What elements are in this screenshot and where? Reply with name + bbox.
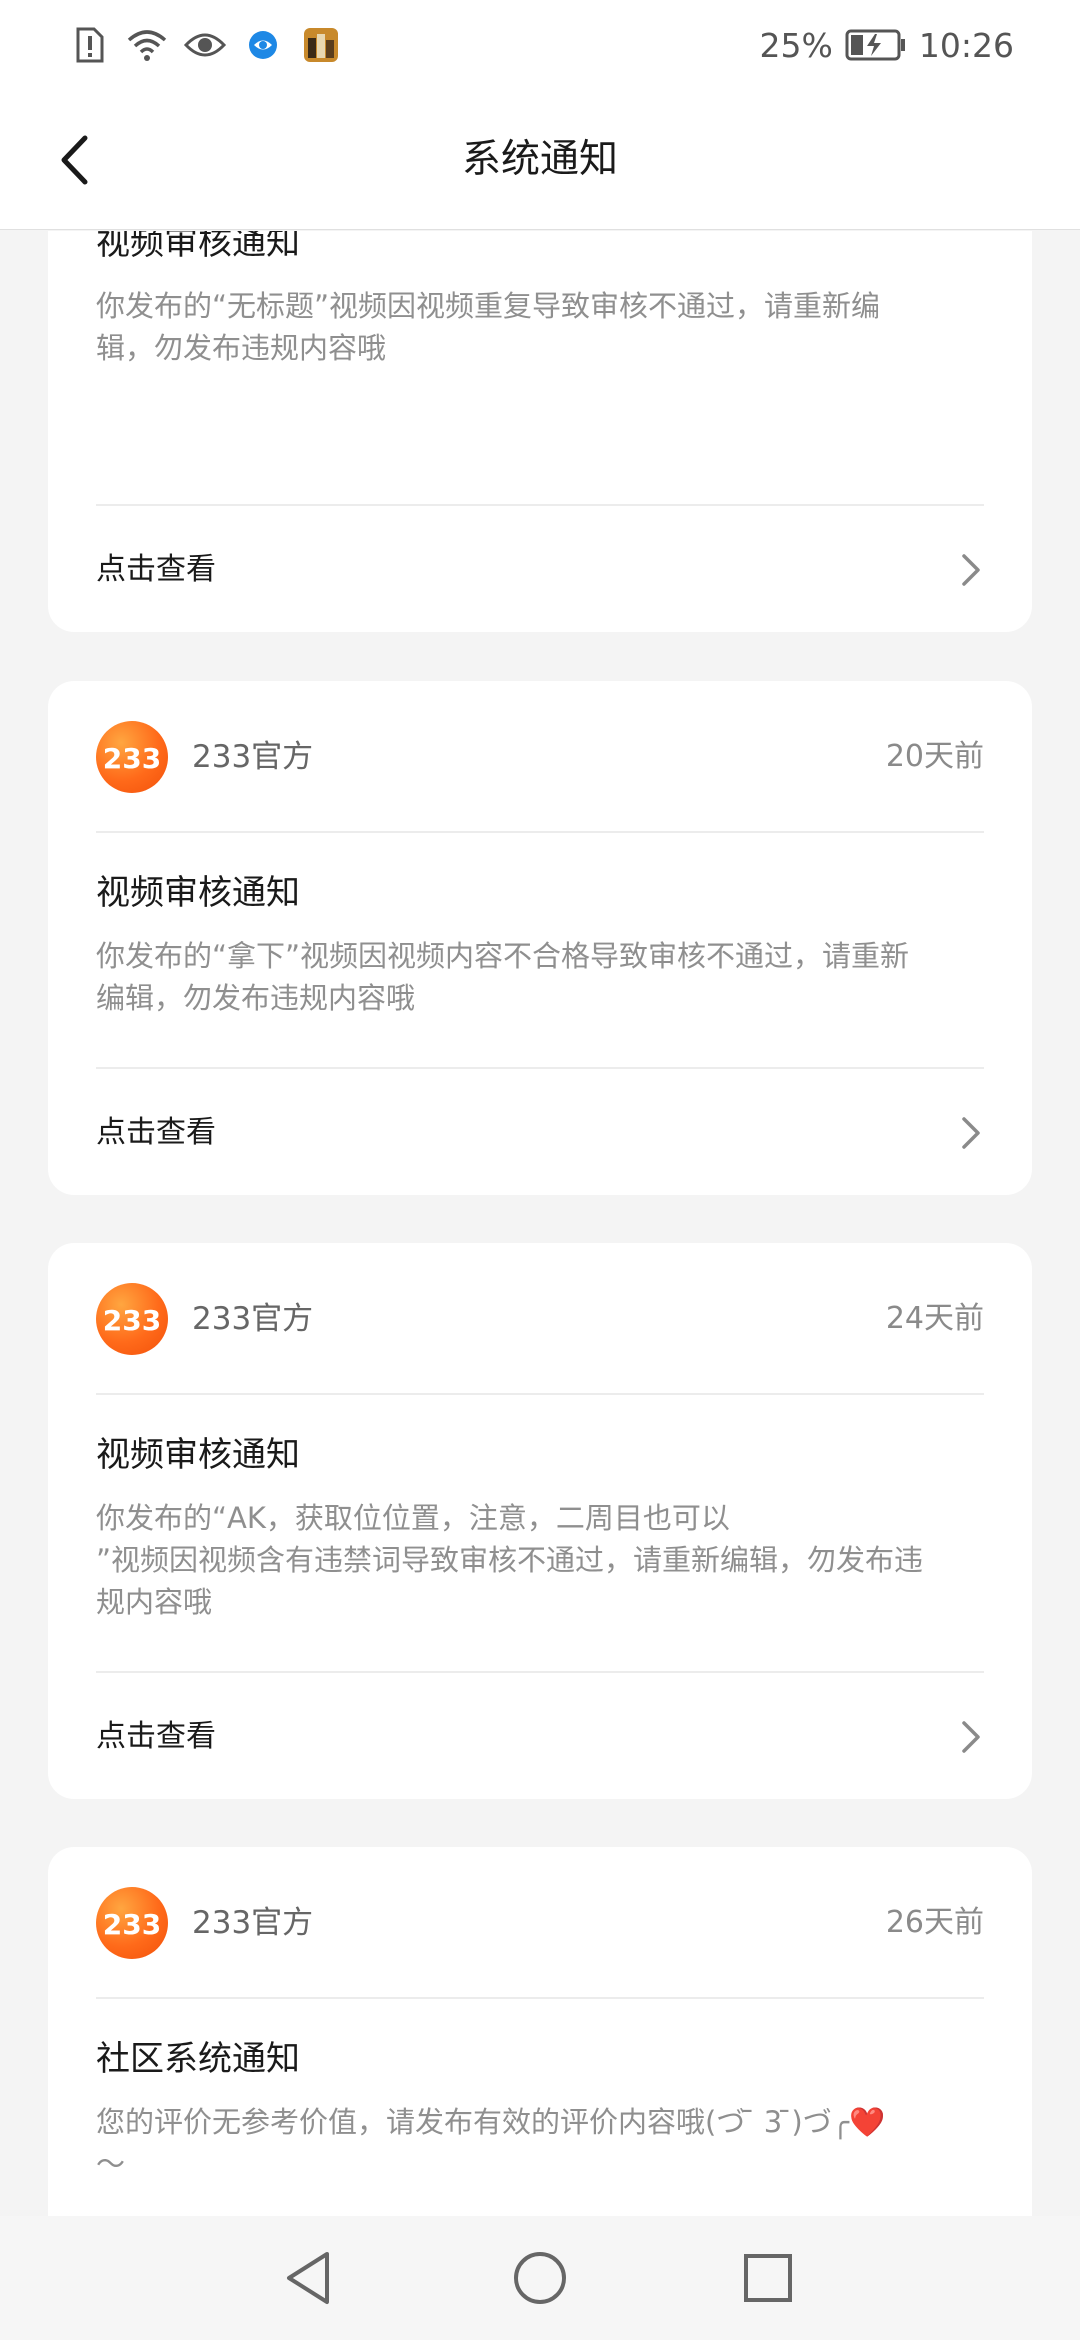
notification-card: 233 233官方 26天前 社区系统通知 您的评价无参考价值，请发布有效的评价… (48, 1847, 1032, 2216)
status-icons (66, 22, 344, 68)
sender-name: 233官方 (192, 1905, 314, 1941)
view-details-label: 点击查看 (96, 1719, 216, 1754)
notification-body: 你发布的“拿下”视频因视频内容不合格导致审核不通过，请重新 编辑，勿发布违规内容… (96, 939, 910, 1015)
alert-icon (66, 22, 112, 68)
eye-icon (182, 22, 228, 68)
status-bar: 25% 10:26 (0, 0, 1080, 90)
view-details-link[interactable]: 点击查看 (96, 1671, 984, 1799)
notification-time: 20天前 (885, 739, 984, 774)
sender-name: 233官方 (192, 1301, 314, 1337)
avatar-233: 233 (96, 721, 168, 793)
triangle-back-icon (287, 2252, 329, 2304)
browser-app-icon (240, 22, 286, 68)
notification-body: 您的评价无参考价值，请发布有效的评价内容哦(づ ̄ 3 ̄)づ╭❤️ ～ (96, 2105, 886, 2181)
notification-title: 视频审核通知 (96, 873, 300, 913)
system-nav-bar (0, 2216, 1080, 2340)
nav-back-button[interactable] (274, 2244, 342, 2312)
card-header: 233 233官方 20天前 (96, 681, 984, 833)
notification-card: 233 视频审核通知 你发布的“无标题”视频因视频重复导致审核不通过，请重新编 … (48, 231, 1032, 632)
clock: 10:26 (918, 25, 1014, 65)
square-recents-icon (744, 2254, 792, 2302)
svg-text:233: 233 (103, 742, 161, 775)
notification-title: 视频审核通知 (96, 231, 300, 263)
chevron-right-icon (962, 1721, 980, 1753)
notification-time: 26天前 (885, 1905, 984, 1940)
notification-title: 社区系统通知 (96, 2039, 300, 2079)
view-details-link[interactable]: 点击查看 (96, 1067, 984, 1195)
status-right: 25% 10:26 (760, 22, 1014, 68)
page-title: 系统通知 (461, 137, 618, 182)
notification-card: 233 233官方 24天前 视频审核通知 你发布的“AK，获取位位置，注意，二… (48, 1243, 1032, 1799)
notification-title: 视频审核通知 (96, 1435, 300, 1475)
notification-body: 你发布的“无标题”视频因视频重复导致审核不通过，请重新编 辑，勿发布违规内容哦 (96, 289, 881, 365)
chevron-right-icon (962, 1117, 980, 1149)
avatar-233: 233 (96, 1887, 168, 1959)
view-details-label: 点击查看 (96, 552, 216, 587)
notification-time: 24天前 (885, 1301, 984, 1336)
view-details-link[interactable]: 点击查看 (96, 504, 984, 632)
nav-recents-button[interactable] (734, 2244, 802, 2312)
chevron-right-icon (962, 554, 980, 586)
nav-home-button[interactable] (506, 2244, 574, 2312)
sender-name: 233官方 (192, 739, 314, 775)
avatar-233: 233 (96, 1283, 168, 1355)
app-header: 系统通知 (0, 90, 1080, 230)
card-header: 233 233官方 24天前 (96, 1243, 984, 1395)
wifi-icon (124, 22, 170, 68)
game-app-icon (298, 22, 344, 68)
view-details-label: 点击查看 (96, 1115, 216, 1150)
notification-card: 233 233官方 20天前 视频审核通知 你发布的“拿下”视频因视频内容不合格… (48, 681, 1032, 1195)
notification-body: 你发布的“AK，获取位位置，注意，二周目也可以 ”视频因视频含有违禁词导致审核不… (96, 1501, 924, 1619)
svg-text:233: 233 (103, 1908, 161, 1941)
card-header: 233 233官方 26天前 (96, 1847, 984, 1999)
svg-text:233: 233 (103, 1304, 161, 1337)
battery-percent: 25% (759, 25, 833, 65)
circle-home-icon (514, 2252, 566, 2304)
notification-list[interactable]: 233 视频审核通知 你发布的“无标题”视频因视频重复导致审核不通过，请重新编 … (0, 231, 1080, 2216)
battery-charging-icon (845, 29, 907, 61)
